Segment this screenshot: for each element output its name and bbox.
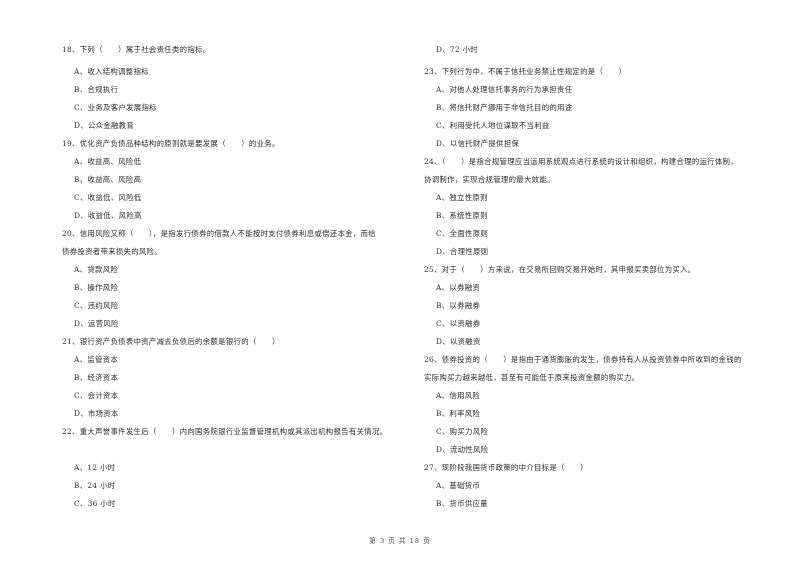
- question-26: 26、债券投资的（ ）是指由于通货膨胀的发生，债券持有人从投资债券中所收到的金钱…: [424, 355, 742, 364]
- option-23c: C、利用受托人地位谋取不当利益: [436, 121, 550, 130]
- option-26d: D、流动性风险: [436, 445, 489, 454]
- option-22d: D、72 小时: [436, 45, 478, 54]
- question-25: 25、对于（ ）方来说，在交易所回购交易开始时，其申报买卖部位为买入。: [424, 265, 696, 274]
- question-19: 19、优化资产负债品种结构的原则就是要发展（ ）的业务。: [62, 139, 280, 148]
- question-22: 22、重大声誉事件发生后（ ）内向国务院银行业监督管理机构或其派出机构报告有关情…: [62, 427, 388, 436]
- option-21b: B、经济资本: [74, 373, 119, 382]
- question-26-cont: 实际购买力越来越低，甚至有可能低于原来投资金额的购买力。: [424, 373, 640, 382]
- option-23a: A、对他人处理信托事务的行为承担责任: [436, 85, 573, 94]
- option-24c: C、全面性原则: [436, 229, 489, 238]
- option-19c: C、收益低、风险低: [74, 193, 142, 202]
- page-number: 第 3 页 共 18 页: [369, 537, 431, 545]
- option-21c: C、会计资本: [74, 391, 119, 400]
- option-20b: B、操作风险: [74, 283, 119, 292]
- question-21: 21、银行资产负债表中资产减去负债后的余额是银行的（ ）: [62, 337, 280, 346]
- option-18d: D、公众金融教育: [74, 121, 135, 130]
- option-26c: C、购买力风险: [436, 427, 489, 436]
- option-24a: A、独立性原则: [436, 193, 488, 202]
- question-24-cont: 协调制作，实现合规管理的最大效能。: [424, 175, 555, 184]
- option-21d: D、市场资本: [74, 409, 119, 418]
- question-24: 24、（ ）是指合规管理应当运用系统观点进行系统的设计和组织，构建合理的运行体制…: [424, 157, 738, 166]
- option-26b: B、利率风险: [436, 409, 481, 418]
- option-23d: D、以信托财产提供担保: [436, 139, 520, 148]
- option-18a: A、收入结构调整指标: [74, 67, 149, 76]
- option-19b: B、收益高、风险高: [74, 175, 142, 184]
- question-23: 23、下列行为中，不属于信托业务禁止性规定的是（ ）: [424, 67, 627, 76]
- option-25a: A、以券融资: [436, 283, 481, 292]
- option-22a: A、12 小时: [74, 463, 116, 472]
- option-27a: A、基础货币: [436, 481, 481, 490]
- option-25d: D、以资融资: [436, 337, 481, 346]
- question-20-cont: 债券投资者带来损失的风险。: [62, 247, 162, 256]
- option-24b: B、系统性原则: [436, 211, 488, 220]
- option-18b: B、合规执行: [74, 85, 119, 94]
- option-23b: B、将信托财产挪用于非信托目的的用途: [436, 103, 573, 112]
- option-27b: B、货币供应量: [436, 499, 488, 508]
- option-19a: A、收益高、风险低: [74, 157, 142, 166]
- question-27: 27、现阶段我国货币政策的中介目标是（ ）: [424, 463, 588, 472]
- question-20: 20、信用风险又称（ ），是指发行债券的借款人不能按时支付债券利息或偿还本金，而…: [62, 229, 376, 238]
- option-18c: C、业务及客户发展指标: [74, 103, 157, 112]
- option-20c: C、违约风险: [74, 301, 119, 310]
- option-19d: D、收益低、风险高: [74, 211, 142, 220]
- option-25c: C、以资融券: [436, 319, 481, 328]
- option-26a: A、信用风险: [436, 391, 481, 400]
- option-21a: A、监管资本: [74, 355, 119, 364]
- option-22c: C、36 小时: [74, 499, 116, 508]
- option-22b: B、24 小时: [74, 481, 116, 490]
- option-24d: D、合理性原则: [436, 247, 489, 256]
- option-20d: D、运营风险: [74, 319, 119, 328]
- option-25b: B、以券融券: [436, 301, 481, 310]
- option-20a: A、贷款风险: [74, 265, 119, 274]
- question-18: 18、下列（ ）属于社会责任类的指标。: [62, 45, 211, 54]
